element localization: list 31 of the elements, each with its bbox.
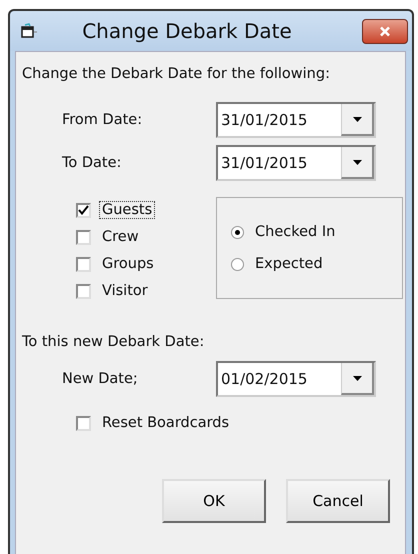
field-label: From Date: <box>62 112 144 128</box>
checkbox[interactable] <box>76 230 91 244</box>
window-title: Change Debark Date <box>81 19 293 43</box>
date-dropdown[interactable]: 31/01/2015 <box>216 145 376 181</box>
close-button[interactable] <box>362 18 408 44</box>
cancel-button[interactable]: Cancel <box>286 479 390 523</box>
checkbox[interactable] <box>76 256 91 272</box>
field-label: To Date: <box>62 155 122 171</box>
radio-label: Expected <box>254 255 324 273</box>
checkbox[interactable] <box>76 416 91 430</box>
checkbox[interactable] <box>76 202 91 218</box>
window-icon <box>20 23 38 39</box>
checkbox-label: Reset Boardcards <box>101 414 230 432</box>
radio-button[interactable] <box>231 226 244 238</box>
section-heading: To this new Debark Date: <box>22 334 206 352</box>
checkbox-label: Crew <box>101 228 140 246</box>
date-dropdown[interactable]: 01/02/2015 <box>216 361 376 397</box>
checkbox-label: Visitor <box>101 282 149 300</box>
dropdown-arrow-icon <box>352 160 362 164</box>
close-icon <box>379 26 391 36</box>
dropdown-arrow-icon <box>352 376 362 380</box>
checkbox[interactable] <box>76 284 91 298</box>
radio-label: Checked In <box>254 223 336 241</box>
date-dropdown[interactable]: 31/01/2015 <box>216 102 376 138</box>
field-label: New Date; <box>62 371 139 387</box>
radio-button[interactable] <box>231 258 244 270</box>
checkbox-label: Groups <box>101 255 155 273</box>
checkbox-label: Guests <box>99 201 156 219</box>
section-heading: Change the Debark Date for the following: <box>22 66 331 84</box>
ok-button[interactable]: OK <box>162 479 266 523</box>
dropdown-arrow-icon <box>352 116 362 122</box>
